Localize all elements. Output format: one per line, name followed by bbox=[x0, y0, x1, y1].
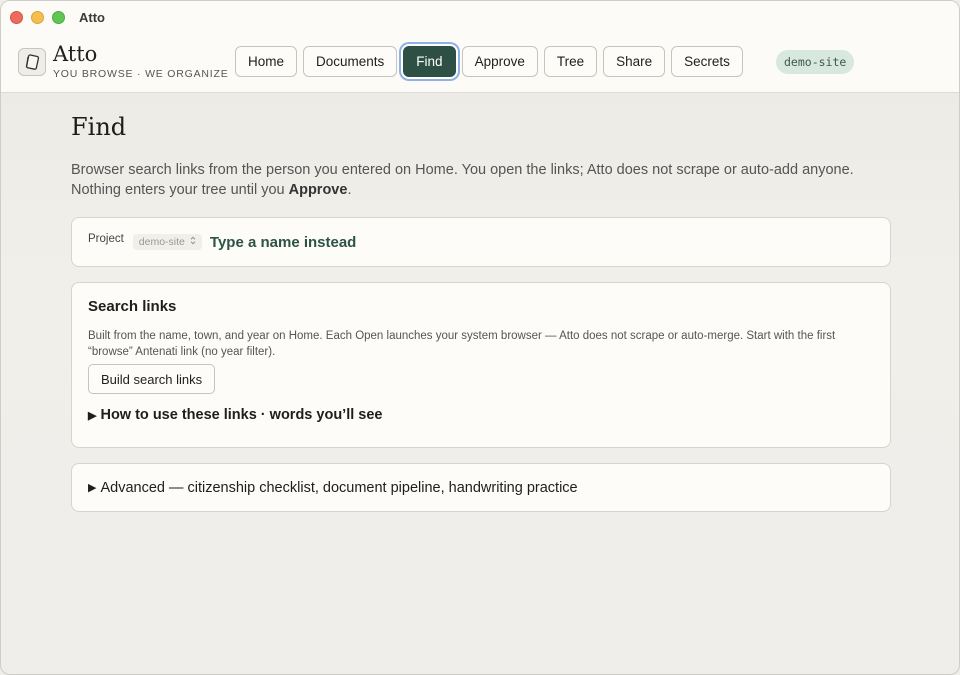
nav-secrets-button[interactable]: Secrets bbox=[671, 46, 743, 77]
notebook-icon bbox=[18, 48, 46, 76]
main-content: Find Browser search links from the perso… bbox=[71, 113, 891, 512]
brand-name: Atto bbox=[53, 42, 98, 66]
intro-text-end: . bbox=[347, 182, 352, 198]
window-title: Atto bbox=[79, 9, 105, 25]
advanced-disclosure[interactable]: ▶ Advanced — citizenship checklist, docu… bbox=[71, 463, 891, 512]
site-badge: demo-site bbox=[776, 50, 855, 74]
type-name-link[interactable]: Type a name instead bbox=[210, 234, 356, 251]
howto-disclosure-label: How to use these links · words you’ll se… bbox=[100, 407, 383, 423]
main-nav: Home Documents Find Approve Tree Share S… bbox=[235, 46, 743, 77]
app-header: Atto YOU BROWSE · WE ORGANIZE Home Docum… bbox=[1, 33, 959, 93]
howto-disclosure[interactable]: ▶ How to use these links · words you’ll … bbox=[88, 407, 874, 423]
nav-documents-button[interactable]: Documents bbox=[303, 46, 398, 77]
updown-chevron-icon bbox=[190, 236, 196, 248]
close-window-button[interactable] bbox=[10, 10, 23, 24]
nav-find-button[interactable]: Find bbox=[403, 46, 456, 77]
zoom-window-button[interactable] bbox=[52, 10, 65, 24]
triangle-right-icon: ▶ bbox=[88, 482, 97, 494]
intro-approve-emphasis: Approve bbox=[288, 182, 348, 198]
project-select[interactable]: demo-site bbox=[132, 234, 202, 250]
brand-tagline: YOU BROWSE · WE ORGANIZE bbox=[53, 68, 229, 80]
nav-approve-button[interactable]: Approve bbox=[461, 46, 538, 77]
intro-text-main: Browser search links from the person you… bbox=[71, 162, 854, 198]
intro-text: Browser search links from the person you… bbox=[71, 160, 891, 200]
search-links-card: Search links Built from the name, town, … bbox=[71, 282, 891, 448]
page-title: Find bbox=[71, 113, 127, 141]
project-card: Project demo-site Type a name instead bbox=[71, 217, 891, 267]
minimize-window-button[interactable] bbox=[31, 10, 44, 24]
app-window: Atto Atto YOU BROWSE · WE ORGANIZE Home … bbox=[0, 0, 960, 675]
nav-share-button[interactable]: Share bbox=[603, 46, 666, 77]
nav-home-button[interactable]: Home bbox=[235, 46, 298, 77]
title-bar: Atto bbox=[1, 1, 959, 33]
search-links-description: Built from the name, town, and year on H… bbox=[88, 330, 836, 358]
build-search-links-button[interactable]: Build search links bbox=[88, 364, 216, 394]
search-links-title: Search links bbox=[88, 298, 177, 315]
advanced-disclosure-label: Advanced — citizenship checklist, docume… bbox=[100, 479, 578, 496]
window-controls bbox=[10, 10, 65, 24]
nav-tree-button[interactable]: Tree bbox=[543, 46, 598, 77]
project-select-value: demo-site bbox=[138, 236, 185, 248]
triangle-right-icon: ▶ bbox=[88, 409, 97, 422]
project-label: Project bbox=[88, 233, 124, 245]
